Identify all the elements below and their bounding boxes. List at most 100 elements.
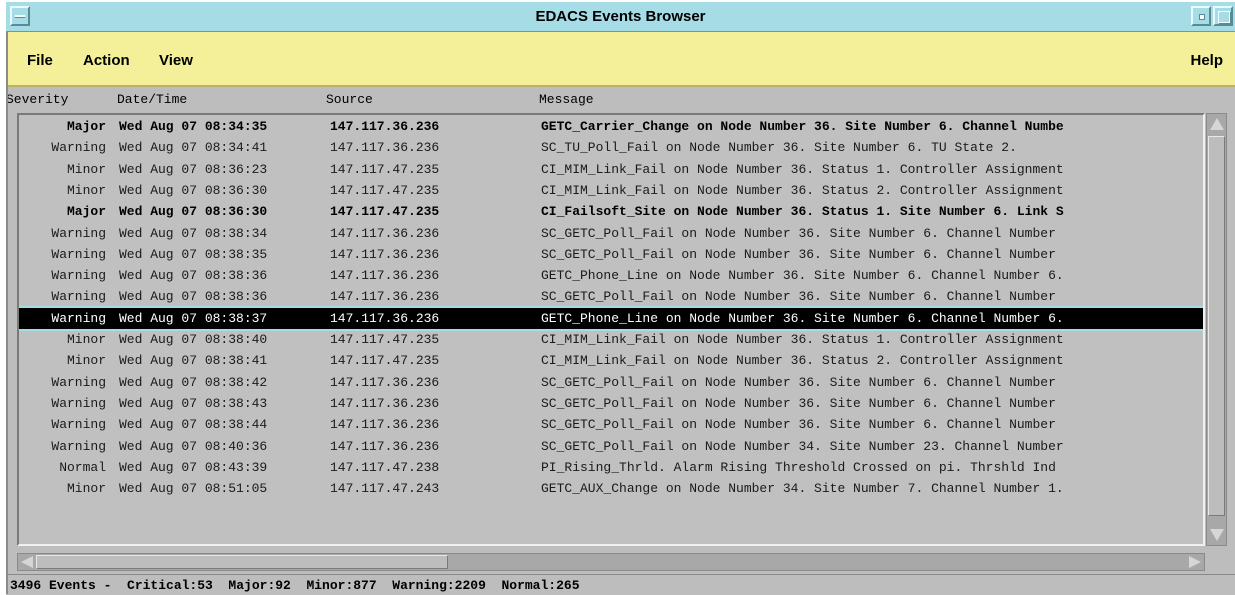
event-row[interactable]: Warning Wed Aug 07 08:38:43 147.117.36.236… [19,393,1203,414]
events-browser-window: EDACS Events Browser File Action View He… [6,2,1235,595]
minimize-icon[interactable] [1191,6,1211,26]
event-severity: Warning [51,438,106,454]
event-message: SC_GETC_Poll_Fail on Node Number 34. Sit… [541,438,1064,454]
menu-bar: File Action View Help [6,32,1235,87]
menu-help[interactable]: Help [1190,52,1223,69]
event-source: 147.117.36.236 [330,268,440,284]
event-message: PI_Rising_Thrld. Alarm Rising Threshold … [541,459,1056,475]
event-datetime: Wed Aug 07 08:38:41 [119,353,268,369]
scroll-down-icon[interactable] [1210,529,1224,541]
event-source: 147.117.47.235 [330,182,440,198]
event-row[interactable]: Warning Wed Aug 07 08:38:36 147.117.36.236… [19,265,1203,286]
event-datetime: Wed Aug 07 08:34:35 [119,119,268,134]
event-source: 147.117.36.236 [330,140,440,156]
event-row[interactable]: Warning Wed Aug 07 08:34:41 147.117.36.236… [19,137,1203,158]
event-source: 147.117.36.236 [330,395,440,411]
event-row[interactable]: Minor Wed Aug 07 08:38:40 147.117.47.235 CI… [19,329,1203,350]
header-severity: Severity [6,92,69,107]
event-severity: Minor [66,182,106,198]
event-message: GETC_AUX_Change on Node Number 34. Site … [541,481,1064,497]
column-header: Severity Date/Time Source Message [6,87,1235,111]
event-message: SC_GETC_Poll_Fail on Node Number 36. Sit… [541,417,1056,433]
event-row[interactable]: Warning Wed Aug 07 08:38:34 147.117.36.236… [19,223,1203,244]
event-row[interactable]: Warning Wed Aug 07 08:38:42 147.117.36.236… [19,372,1203,393]
event-row[interactable]: Minor Wed Aug 07 08:38:41 147.117.47.235 CI… [19,350,1203,371]
event-datetime: Wed Aug 07 08:36:30 [119,204,268,220]
header-message: Message [539,92,594,107]
horizontal-scroll-thumb[interactable] [36,555,448,569]
events-list-area: Major Wed Aug 07 08:34:35 147.117.36.236 GE… [6,111,1235,549]
menu-file[interactable]: File [27,52,53,69]
event-severity: Warning [51,140,106,156]
event-severity: Warning [51,374,106,390]
event-severity: Warning [51,246,106,262]
event-severity: Minor [66,481,106,497]
event-row[interactable]: Normal Wed Aug 07 08:43:39 147.117.47.238 P… [19,457,1203,478]
event-source: 147.117.36.236 [330,374,440,390]
event-source: 147.117.36.236 [330,310,440,326]
event-source: 147.117.36.236 [330,438,440,454]
event-row[interactable]: Minor Wed Aug 07 08:36:30 147.117.47.235 CI… [19,180,1203,201]
vertical-scrollbar[interactable] [1206,113,1227,546]
event-source: 147.117.36.236 [330,289,440,305]
event-datetime: Wed Aug 07 08:38:44 [119,417,268,433]
scroll-up-icon[interactable] [1210,118,1224,130]
event-severity: Major [66,204,106,220]
event-severity: Warning [51,268,106,284]
event-source: 147.117.47.235 [330,332,440,347]
event-datetime: Wed Aug 07 08:38:40 [119,332,268,347]
event-message: SC_TU_Poll_Fail on Node Number 36. Site … [541,140,1017,156]
event-source: 147.117.47.243 [330,481,440,497]
event-message: SC_GETC_Poll_Fail on Node Number 36. Sit… [541,289,1056,305]
event-message: CI_MIM_Link_Fail on Node Number 36. Stat… [541,161,1064,177]
event-severity: Major [66,119,106,134]
menu-action[interactable]: Action [83,52,130,69]
event-row[interactable]: Minor Wed Aug 07 08:51:05 147.117.47.243 GE… [19,478,1203,499]
vertical-scroll-thumb[interactable] [1208,136,1225,516]
event-row[interactable]: Warning Wed Aug 07 08:38:44 147.117.36.236… [19,414,1203,435]
maximize-icon[interactable] [1213,6,1233,26]
event-row[interactable]: Major Wed Aug 07 08:36:30 147.117.47.235 CI… [19,201,1203,222]
event-message: CI_MIM_Link_Fail on Node Number 36. Stat… [541,332,1064,347]
event-severity: Warning [51,417,106,433]
event-severity: Warning [51,310,106,326]
event-source: 147.117.47.235 [330,161,440,177]
event-message: SC_GETC_Poll_Fail on Node Number 36. Sit… [541,246,1056,262]
event-row[interactable]: Warning Wed Aug 07 08:40:36 147.117.36.236… [19,436,1203,457]
event-message: GETC_Phone_Line on Node Number 36. Site … [541,268,1064,284]
event-datetime: Wed Aug 07 08:51:05 [119,481,268,497]
event-severity: Warning [51,225,106,241]
horizontal-scrollbar[interactable] [17,553,1205,571]
event-datetime: Wed Aug 07 08:36:30 [119,182,268,198]
event-source: 147.117.47.235 [330,353,440,369]
event-message: CI_MIM_Link_Fail on Node Number 36. Stat… [541,353,1064,369]
event-message: SC_GETC_Poll_Fail on Node Number 36. Sit… [541,374,1056,390]
title-bar[interactable]: EDACS Events Browser [6,2,1235,32]
event-counts: 3496 Events - Critical:53 Major:92 Minor… [10,578,580,593]
event-source: 147.117.36.236 [330,225,440,241]
event-row[interactable]: Warning Wed Aug 07 08:38:36 147.117.36.236… [19,286,1203,307]
event-row[interactable]: Warning Wed Aug 07 08:38:37 147.117.36.236… [19,305,1203,331]
event-severity: Normal [59,459,106,475]
event-severity: Minor [66,161,106,177]
event-row[interactable]: Minor Wed Aug 07 08:36:23 147.117.47.235 CI… [19,159,1203,180]
event-source: 147.117.36.236 [330,119,440,134]
event-message: SC_GETC_Poll_Fail on Node Number 36. Sit… [541,395,1056,411]
event-datetime: Wed Aug 07 08:36:23 [119,161,268,177]
event-datetime: Wed Aug 07 08:38:36 [119,289,268,305]
event-datetime: Wed Aug 07 08:38:36 [119,268,268,284]
event-message: SC_GETC_Poll_Fail on Node Number 36. Sit… [541,225,1056,241]
events-list[interactable]: Major Wed Aug 07 08:34:35 147.117.36.236 GE… [17,113,1205,546]
event-datetime: Wed Aug 07 08:38:34 [119,225,268,241]
scroll-left-icon[interactable] [21,556,33,568]
event-datetime: Wed Aug 07 08:34:41 [119,140,268,156]
header-source: Source [326,92,373,107]
event-source: 147.117.47.235 [330,204,440,220]
event-row[interactable]: Major Wed Aug 07 08:34:35 147.117.36.236 GE… [19,116,1203,137]
scroll-right-icon[interactable] [1189,556,1201,568]
event-severity: Minor [66,332,106,347]
menu-view[interactable]: View [159,52,193,69]
event-source: 147.117.47.238 [330,459,440,475]
event-row[interactable]: Warning Wed Aug 07 08:38:35 147.117.36.236… [19,244,1203,265]
window-border [6,32,8,594]
